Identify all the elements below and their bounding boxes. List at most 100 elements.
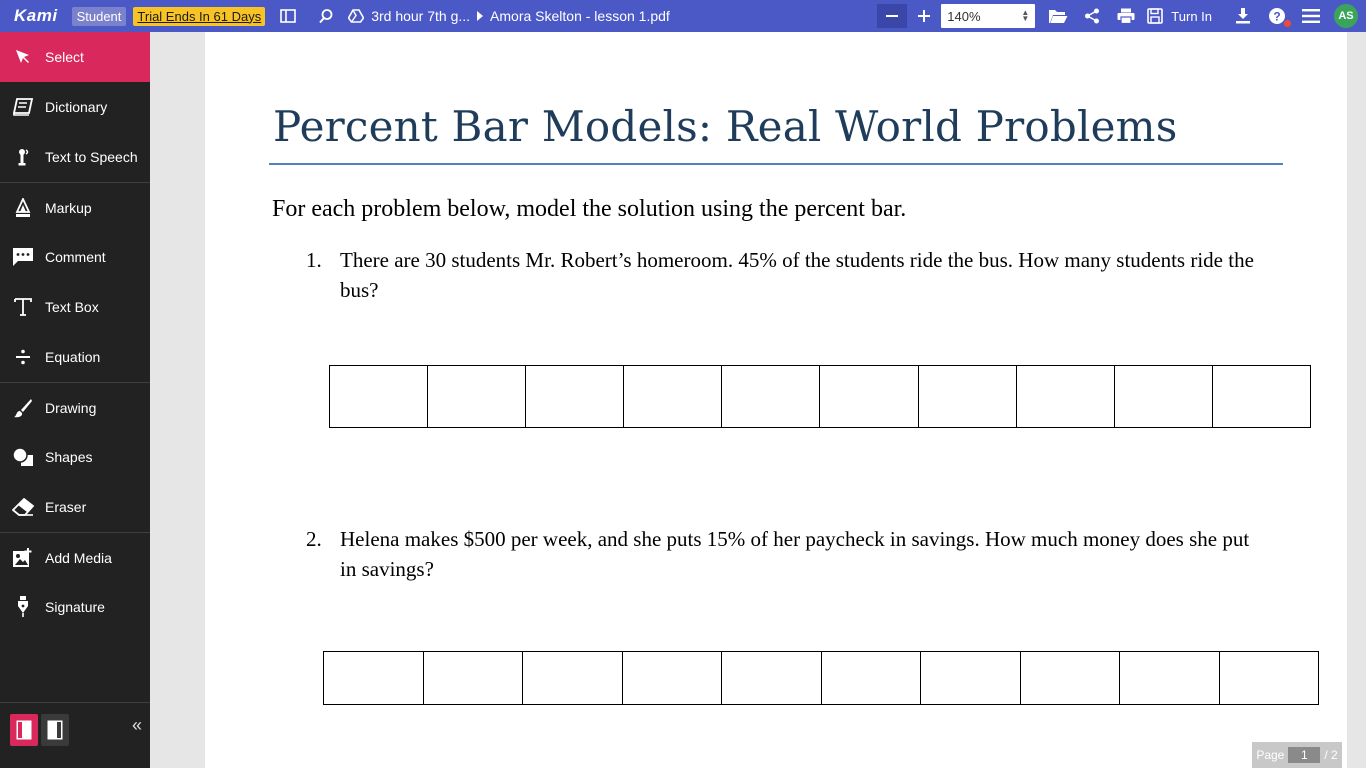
collapse-sidebar-icon[interactable]: « <box>132 715 142 736</box>
document-viewer[interactable]: Percent Bar Models: Real World Problems … <box>150 32 1366 768</box>
page-label: Page <box>1256 748 1285 762</box>
zoom-in-button[interactable] <box>909 4 939 28</box>
image-icon <box>0 547 45 568</box>
search-icon[interactable] <box>311 0 341 32</box>
eraser-icon <box>0 498 45 516</box>
comment-icon <box>0 247 45 267</box>
sidebar-item-label: Add Media <box>45 549 112 566</box>
sidebar-toggle-icon[interactable] <box>273 0 303 32</box>
sidebar-item-label: Equation <box>45 349 101 365</box>
percent-bar-cell[interactable] <box>1120 652 1220 704</box>
role-badge: Student <box>71 6 127 26</box>
notification-dot <box>1284 20 1291 27</box>
save-icon <box>1147 8 1164 24</box>
folder-open-icon[interactable] <box>1041 0 1075 32</box>
select-arrows-icon: ▲ ▼ <box>1021 8 1030 23</box>
sidebar-item-add-media[interactable]: Add Media <box>0 532 150 582</box>
percent-bar-cell[interactable] <box>523 652 623 704</box>
top-toolbar: Kami Student Trial Ends In 61 Days 3rd h… <box>0 0 1366 32</box>
zoom-out-button[interactable] <box>877 4 908 28</box>
pen-nib-icon <box>0 596 45 618</box>
breadcrumb-file[interactable]: Amora Skelton - lesson 1.pdf <box>490 8 670 24</box>
book-icon <box>0 98 45 116</box>
page-indicator: Page 1 / 2 <box>1252 742 1342 768</box>
page-total: / 2 <box>1324 748 1338 762</box>
chevron-right-icon <box>470 0 490 32</box>
sidebar-item-eraser[interactable]: Eraser <box>0 482 150 532</box>
zoom-select[interactable]: 140% ▲ ▼ <box>941 4 1036 28</box>
percent-bar-cell[interactable] <box>428 366 527 427</box>
percent-bar-2[interactable] <box>323 651 1319 705</box>
percent-bar-cell[interactable] <box>820 366 919 427</box>
panel-left-icon <box>16 720 32 740</box>
sidebar-item-label: Shapes <box>45 449 93 465</box>
brush-icon <box>0 398 45 418</box>
turn-in-label: Turn In <box>1171 8 1212 24</box>
avatar[interactable]: AS <box>1334 4 1358 28</box>
page-title: Percent Bar Models: Real World Problems <box>273 102 1178 151</box>
sidebar-item-label: Signature <box>45 599 105 615</box>
percent-bar-cell[interactable] <box>624 366 723 427</box>
download-icon[interactable] <box>1226 0 1260 32</box>
problem-number: 1. <box>306 248 322 272</box>
speaker-icon <box>0 147 45 167</box>
layout-left-button[interactable] <box>10 714 38 746</box>
problem-number: 2. <box>306 527 322 551</box>
svg-text:?: ? <box>1273 10 1280 24</box>
share-icon[interactable] <box>1075 0 1109 32</box>
sidebar-item-shapes[interactable]: Shapes <box>0 432 150 482</box>
kami-logo[interactable]: Kami <box>14 6 58 26</box>
google-drive-icon <box>341 0 371 32</box>
sidebar-item-label: Drawing <box>45 399 97 416</box>
percent-bar-cell[interactable] <box>1213 366 1310 427</box>
percent-bar-cell[interactable] <box>722 366 821 427</box>
percent-bar-cell[interactable] <box>526 366 625 427</box>
menu-icon[interactable] <box>1294 0 1328 32</box>
percent-bar-cell[interactable] <box>1115 366 1213 427</box>
sidebar-item-markup[interactable]: Markup <box>0 182 150 232</box>
percent-bar-cell[interactable] <box>722 652 822 704</box>
help-icon[interactable]: ? <box>1260 0 1294 32</box>
print-icon[interactable] <box>1109 0 1143 32</box>
percent-bar-1[interactable] <box>329 365 1311 428</box>
zoom-value: 140% <box>947 8 981 24</box>
percent-bar-cell[interactable] <box>919 366 1017 427</box>
percent-bar-cell[interactable] <box>921 652 1021 704</box>
sidebar-item-comment[interactable]: Comment <box>0 232 150 282</box>
title-divider <box>269 163 1283 165</box>
text-icon <box>0 298 45 316</box>
percent-bar-cell[interactable] <box>822 652 921 704</box>
turn-in-button[interactable]: Turn In <box>1147 8 1212 24</box>
tool-sidebar: Select Dictionary Text to Speech Markup … <box>0 32 150 768</box>
breadcrumb-folder[interactable]: 3rd hour 7th g... <box>371 8 470 24</box>
sidebar-item-text-to-speech[interactable]: Text to Speech <box>0 132 150 182</box>
sidebar-item-label: Select <box>45 49 84 65</box>
sidebar-footer: « <box>0 702 150 768</box>
trial-badge[interactable]: Trial Ends In 61 Days <box>133 6 266 26</box>
sidebar-item-equation[interactable]: Equation <box>0 332 150 382</box>
percent-bar-cell[interactable] <box>1017 366 1115 427</box>
percent-bar-cell[interactable] <box>1021 652 1120 704</box>
sidebar-item-text-box[interactable]: Text Box <box>0 282 150 332</box>
panel-right-icon <box>47 720 63 740</box>
percent-bar-cell[interactable] <box>330 366 429 427</box>
sidebar-item-dictionary[interactable]: Dictionary <box>0 82 150 132</box>
sidebar-item-label: Text Box <box>45 299 99 315</box>
percent-bar-cell[interactable] <box>424 652 523 704</box>
sidebar-item-label: Comment <box>45 249 106 265</box>
divide-icon <box>0 349 45 365</box>
percent-bar-cell[interactable] <box>1220 652 1319 704</box>
sidebar-item-signature[interactable]: Signature <box>0 582 150 632</box>
problem-text: Helena makes $500 per week, and she puts… <box>340 527 1250 581</box>
sidebar-item-label: Eraser <box>45 499 87 515</box>
cursor-icon <box>0 49 45 65</box>
pdf-page[interactable]: Percent Bar Models: Real World Problems … <box>205 32 1347 768</box>
instructions-text: For each problem below, model the soluti… <box>272 196 907 222</box>
sidebar-item-select[interactable]: Select <box>0 32 150 82</box>
percent-bar-cell[interactable] <box>324 652 424 704</box>
percent-bar-cell[interactable] <box>623 652 722 704</box>
page-number-input[interactable]: 1 <box>1288 747 1321 763</box>
problem-2: 2. Helena makes $500 per week, and she p… <box>306 524 1286 586</box>
sidebar-item-drawing[interactable]: Drawing <box>0 382 150 432</box>
layout-right-button[interactable] <box>41 714 69 746</box>
